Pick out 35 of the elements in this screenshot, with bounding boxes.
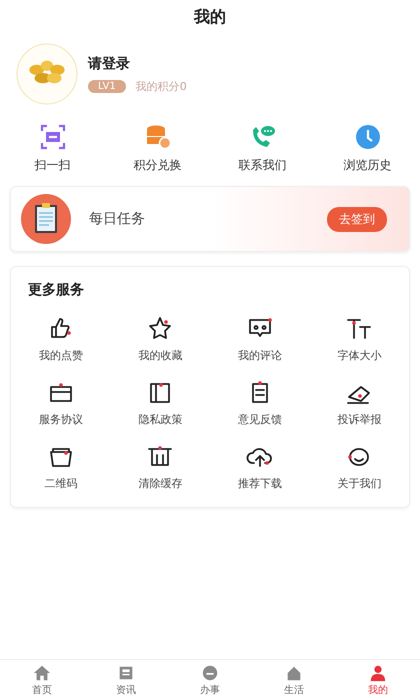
service-label[interactable]: 服务协议 — [38, 412, 83, 427]
home-icon — [33, 664, 51, 682]
level-badge: LV1 — [88, 80, 126, 92]
page-title: 我的 — [192, 6, 227, 28]
clipboard-icon — [21, 194, 71, 244]
service-label[interactable]: 意见反馈 — [238, 412, 282, 427]
shortcut-label[interactable]: 联系我们 — [238, 157, 286, 174]
tab[interactable]: 资讯 — [84, 660, 168, 700]
user-icon — [369, 664, 387, 682]
service-label[interactable]: 我的点赞 — [38, 348, 83, 363]
shortcut-label[interactable]: 积分兑换 — [134, 157, 182, 174]
clock-icon[interactable] — [354, 123, 382, 151]
service-label[interactable]: 字体大小 — [337, 348, 382, 363]
service-label[interactable]: 推荐下载 — [238, 476, 282, 491]
service-label[interactable]: 二维码 — [44, 476, 78, 491]
service-label[interactable]: 投诉举报 — [337, 412, 382, 427]
shortcut-label[interactable]: 扫一扫 — [34, 157, 70, 174]
service-label[interactable]: 关于我们 — [337, 476, 382, 491]
scan-icon[interactable] — [38, 123, 66, 151]
news-icon — [117, 664, 135, 682]
task-title: 每日任务 — [89, 210, 146, 228]
service-label[interactable]: 我的收藏 — [138, 348, 182, 363]
service-label[interactable]: 清除缓存 — [138, 476, 182, 491]
daily-task-card[interactable]: 每日任务 去签到 — [10, 186, 410, 252]
section-title: 更多服务 — [27, 281, 85, 299]
tab[interactable]: 我的 — [336, 660, 420, 700]
tab[interactable]: 首页 — [0, 660, 84, 700]
tab[interactable]: 生活 — [252, 660, 336, 700]
login-prompt[interactable]: 请登录 — [88, 54, 187, 72]
tab[interactable]: 办事 — [168, 660, 252, 700]
service-icon — [201, 664, 219, 682]
service-label[interactable]: 隐私政策 — [138, 412, 182, 427]
points-text: 我的积分0 — [136, 78, 187, 94]
shortcut-label[interactable]: 浏览历史 — [344, 157, 392, 174]
service-label[interactable]: 我的评论 — [238, 348, 282, 363]
